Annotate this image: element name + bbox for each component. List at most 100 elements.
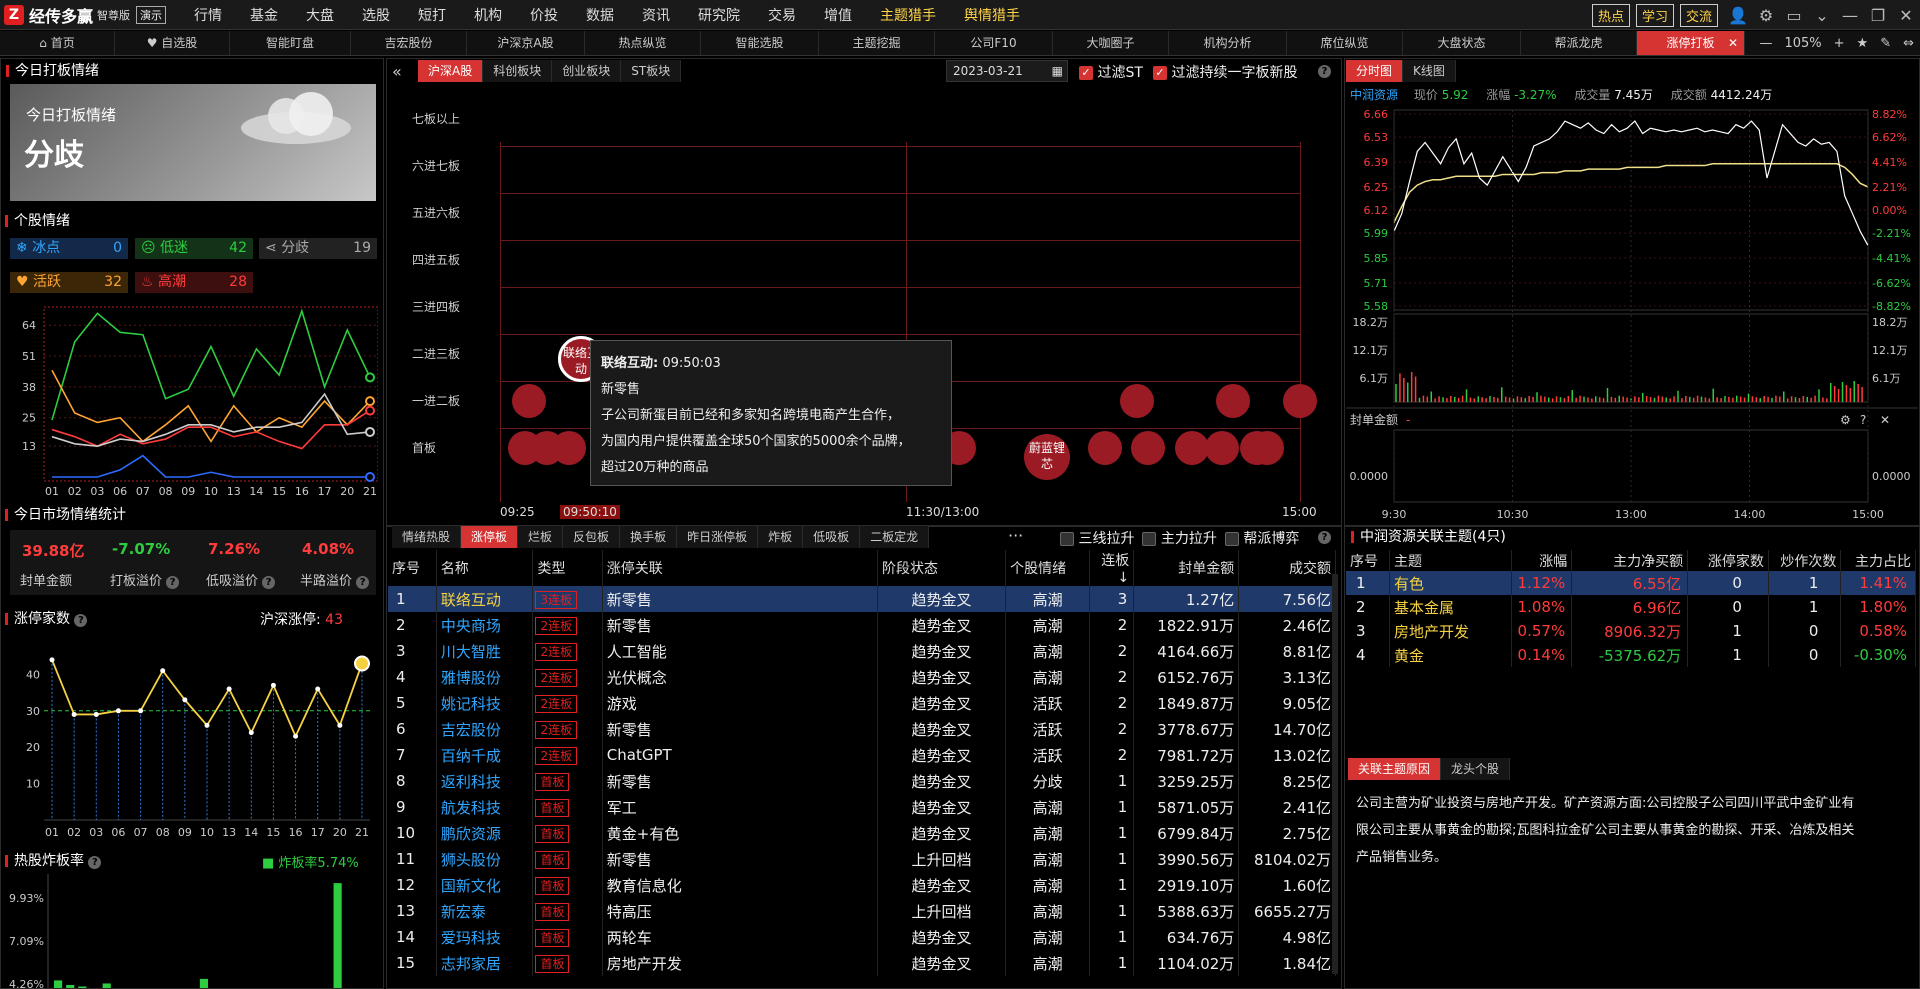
list-tab[interactable]: 涨停板 [461,526,519,548]
help-icon[interactable]: ? [262,576,276,589]
table-row[interactable]: 6 吉宏股份 2连板 新零售 趋势金叉 活跃 2 3778.67万 14.70亿 [388,716,1336,742]
exchange-button[interactable]: 交流 [1679,3,1718,27]
list-filter[interactable]: 帮派博弈 [1224,528,1299,548]
theme-name[interactable]: 基本金属 [1389,595,1513,619]
help-icon[interactable]: ? [1860,413,1866,427]
page-tab[interactable]: 机构分析 [1169,31,1287,55]
page-tab[interactable]: 帮派龙虎 [1521,31,1637,55]
column-header[interactable]: 炒作次数 [1768,550,1842,571]
column-header[interactable]: 名称 [436,550,534,586]
menu-item[interactable]: 大盘 [292,5,348,25]
table-row[interactable]: 3 川大智胜 2连板 人工智能 趋势金叉 高潮 2 4164.66万 8.81亿 [388,638,1336,664]
reason-tab[interactable]: 龙头个股 [1441,758,1511,780]
mood-chip[interactable]: ♥ 活跃 32 [10,272,128,293]
page-tab[interactable]: 吉宏股份 [351,31,467,55]
table-row[interactable]: 2 基本金属 1.08% 6.96亿 0 1 1.80% [1346,595,1916,619]
menu-item[interactable]: 行情 [180,5,236,25]
close-icon[interactable]: ✕ [1892,6,1920,25]
help-icon[interactable]: ? [1318,65,1331,78]
restore-icon[interactable]: ❐ [1864,6,1892,25]
table-row[interactable]: 10 鹏欣资源 首板 黄金+有色 趋势金叉 高潮 1 6799.84万 2.75亿 [388,820,1336,846]
menu-item[interactable]: 选股 [348,5,404,25]
stock-bubble[interactable] [1120,384,1154,418]
stock-name[interactable]: 中润资源 [1350,88,1398,102]
table-row[interactable]: 13 新宏泰 首板 特高压 上升回档 高潮 1 5388.63万 6655.27万 [388,898,1336,924]
column-header[interactable]: 主力净买额 [1571,550,1689,571]
table-row[interactable]: 11 狮头股份 首板 新零售 上升回档 高潮 1 3990.56万 8104.02万 [388,846,1336,872]
help-icon[interactable]: ? [1318,531,1331,544]
table-row[interactable]: 14 爱玛科技 首板 两轮车 趋势金叉 高潮 1 634.76万 4.98亿 [388,924,1336,950]
star-icon[interactable]: ★ [1857,36,1869,51]
layout-icon[interactable]: ▭ [1780,6,1808,25]
page-tab[interactable]: ♥ 自选股 [115,31,230,55]
help-icon[interactable]: ? [356,576,370,589]
table-row[interactable]: 1 联络互动 3连板 新零售 趋势金叉 高潮 3 1.27亿 7.56亿 [388,586,1336,612]
menu-item[interactable]: 增值 [810,5,866,25]
close-tab-icon[interactable]: ✕ [1728,31,1738,55]
table-row[interactable]: 7 百纳千成 2连板 ChatGPT 趋势金叉 活跃 2 7981.72万 13.02亿 [388,742,1336,768]
app-logo[interactable]: Z 经传多赢 智尊版 演示 [0,0,172,30]
column-header[interactable]: 阶段状态 [877,550,1007,586]
stock-name[interactable]: 爱玛科技 [436,924,534,950]
stock-name[interactable]: 国新文化 [436,872,534,898]
filter-st[interactable]: ✓ 过滤ST [1079,62,1143,82]
page-tab[interactable]: 大盘状态 [1403,31,1521,55]
table-row[interactable]: 2 中央商场 2连板 新零售 趋势金叉 高潮 2 1822.91万 2.46亿 [388,612,1336,638]
menu-item[interactable]: 舆情猎手 [950,5,1034,25]
column-header[interactable]: 涨停家数 [1687,550,1769,571]
mood-chip[interactable]: ♨ 高潮 28 [135,272,253,293]
list-tab[interactable]: 换手板 [620,526,678,548]
column-header[interactable]: 涨停关联 [602,550,878,586]
list-tab[interactable]: 炸板 [758,526,804,548]
menu-item[interactable]: 价投 [516,5,572,25]
stock-name[interactable]: 姚记科技 [436,690,534,716]
mood-chip[interactable]: ☹ 低迷 42 [135,238,253,259]
menu-item[interactable]: 交易 [754,5,810,25]
column-header[interactable]: 成交额 [1238,550,1336,586]
stock-bubble[interactable] [1250,431,1284,465]
stock-bubble[interactable] [552,431,586,465]
stock-name[interactable]: 新宏泰 [436,898,534,924]
settings-icon[interactable]: ⚙ [1840,413,1851,427]
more-tabs-icon[interactable]: ··· [1008,526,1023,545]
page-tab[interactable]: 大咖圈子 [1053,31,1169,55]
stock-name[interactable]: 志邦家居 [436,950,534,976]
table-row[interactable]: 8 返利科技 首板 新零售 趋势金叉 分歧 1 3259.25万 8.25亿 [388,768,1336,794]
expand-icon[interactable]: ⇔ [1903,36,1914,51]
theme-name[interactable]: 房地产开发 [1389,619,1513,643]
page-tab[interactable]: 沪深京A股 [467,31,585,55]
close-icon[interactable]: ✕ [1880,413,1890,427]
page-tab[interactable]: ⌂ 首页 [0,31,115,55]
table-row[interactable]: 5 姚记科技 2连板 游戏 趋势金叉 活跃 2 1849.87万 9.05亿 [388,690,1336,716]
table-row[interactable]: 4 黄金 0.14% -5375.62万 1 0 -0.30% [1346,643,1916,667]
page-tab[interactable]: 席位纵览 [1287,31,1403,55]
stock-name[interactable]: 联络互动 [436,586,534,612]
stock-bubble[interactable] [512,384,546,418]
column-header[interactable]: 连板↓ [1089,550,1135,586]
table-row[interactable]: 4 雅博股份 2连板 光伏概念 趋势金叉 高潮 2 6152.76万 3.13亿 [388,664,1336,690]
table-scrollbar[interactable] [1332,574,1338,974]
stock-bubble[interactable] [1131,431,1165,465]
stock-name[interactable]: 中央商场 [436,612,534,638]
menu-item[interactable]: 主题猎手 [866,5,950,25]
column-header[interactable]: 序号 [388,550,437,586]
page-tab[interactable]: 热点纵览 [585,31,701,55]
list-tab[interactable]: 二板定龙 [860,526,930,548]
page-tab[interactable]: 智能盯盘 [230,31,351,55]
page-tab[interactable]: 公司F10 [935,31,1053,55]
help-icon[interactable]: ? [74,614,88,627]
column-header[interactable]: 个股情绪 [1005,550,1091,586]
menu-item[interactable]: 短打 [404,5,460,25]
page-tab[interactable]: 智能选股 [701,31,819,55]
chart-tab[interactable]: K线图 [1403,60,1456,82]
column-header[interactable]: 封单金额 [1133,550,1240,586]
reason-tab[interactable]: 关联主题原因 [1348,758,1442,780]
help-icon[interactable]: ? [166,576,180,589]
mood-chip[interactable]: ❄ 冰点 0 [10,238,128,259]
hot-button[interactable]: 热点 [1591,3,1630,27]
zoom-in-icon[interactable]: + [1834,36,1845,51]
theme-name[interactable]: 有色 [1389,571,1513,595]
page-tab[interactable]: 主题挖掘 [819,31,935,55]
stock-name[interactable]: 狮头股份 [436,846,534,872]
chart-tab[interactable]: 分时图 [1346,60,1404,82]
